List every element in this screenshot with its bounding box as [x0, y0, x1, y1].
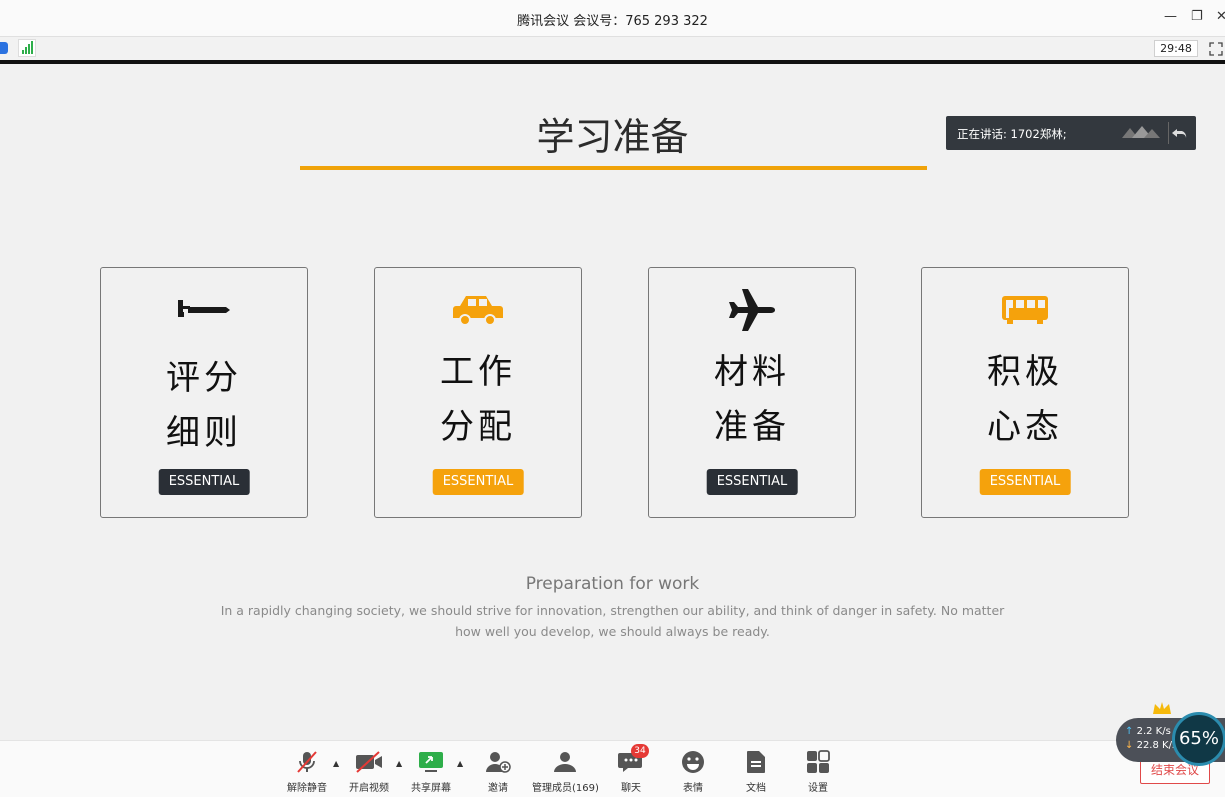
- microphone-muted-icon: [285, 749, 329, 775]
- window-title: 腾讯会议 会议号：765 293 322: [517, 14, 708, 29]
- meeting-toolbar: 解除静音 ▲ 开启视频 ▲ 共享屏幕 ▲ 邀请 管理成员(169) 聊天 表情 …: [0, 740, 1225, 797]
- add-user-icon: [480, 749, 516, 775]
- airplane-icon: [649, 288, 855, 332]
- video-options-caret-icon[interactable]: ▲: [396, 759, 402, 768]
- submarine-icon: [101, 288, 307, 332]
- vip-crown-icon: [1152, 700, 1172, 716]
- card-positive-attitude: 积极 心态 ESSENTIAL: [921, 267, 1129, 518]
- settings-label: 设置: [808, 783, 828, 794]
- title-underline: [300, 166, 927, 170]
- essential-badge: ESSENTIAL: [432, 469, 524, 495]
- car-icon: [375, 288, 581, 332]
- speaking-indicator: 正在讲话: 1702郑林;: [946, 116, 1196, 150]
- slide-paragraph: In a rapidly changing society, we should…: [220, 603, 1005, 639]
- fullscreen-icon[interactable]: [1209, 41, 1223, 56]
- card-line2: 准备: [714, 407, 790, 447]
- download-speed: ↓ 22.8 K/s: [1125, 740, 1178, 751]
- cpu-usage-indicator[interactable]: 65%: [1172, 712, 1225, 766]
- card-line1: 积极: [987, 352, 1063, 392]
- speaker-avatar-icon: [1122, 124, 1162, 142]
- essential-badge: ESSENTIAL: [979, 469, 1071, 495]
- signal-strength-icon[interactable]: [18, 39, 36, 57]
- share-screen-label: 共享屏幕: [411, 783, 451, 794]
- essential-badge: ESSENTIAL: [706, 469, 798, 495]
- manage-members-label: 管理成员(169): [532, 783, 599, 794]
- card-line1: 材料: [714, 352, 790, 392]
- card-line1: 工作: [440, 352, 516, 392]
- minimize-button[interactable]: —: [1164, 9, 1177, 24]
- restore-button[interactable]: ❐: [1191, 9, 1203, 24]
- start-video-button[interactable]: 开启视频: [347, 749, 391, 794]
- emoji-label: 表情: [683, 783, 703, 794]
- document-icon: [739, 749, 773, 775]
- bus-icon: [922, 288, 1128, 332]
- card-line1: 评分: [166, 358, 242, 398]
- upload-speed-value: 2.2 K/s: [1136, 726, 1171, 737]
- chat-unread-badge: 34: [631, 744, 649, 758]
- emoji-button[interactable]: 表情: [676, 749, 710, 794]
- unmute-button[interactable]: 解除静音: [285, 749, 329, 794]
- start-video-label: 开启视频: [349, 783, 389, 794]
- camera-off-icon: [347, 749, 391, 775]
- shield-icon[interactable]: [0, 42, 8, 54]
- settings-button[interactable]: 设置: [801, 749, 835, 794]
- meeting-timer: 29:48: [1154, 40, 1198, 57]
- window-titlebar: 腾讯会议 会议号：765 293 322 — ❐ ✕: [0, 0, 1225, 36]
- upload-speed: ↑ 2.2 K/s: [1125, 726, 1171, 737]
- manage-members-button[interactable]: 管理成员(169): [532, 749, 599, 794]
- chat-label: 聊天: [621, 783, 641, 794]
- collapse-overlay-icon[interactable]: [1168, 122, 1190, 144]
- share-options-caret-icon[interactable]: ▲: [457, 759, 463, 768]
- card-line2: 细则: [166, 413, 242, 453]
- status-bar: 29:48: [0, 36, 1225, 60]
- card-scoring: 评分 细则 ESSENTIAL: [100, 267, 308, 518]
- invite-label: 邀请: [488, 783, 508, 794]
- slide-subtitle: Preparation for work: [525, 574, 700, 594]
- unmute-label: 解除静音: [287, 783, 327, 794]
- audio-options-caret-icon[interactable]: ▲: [333, 759, 339, 768]
- share-screen-icon: [409, 749, 453, 775]
- essential-badge: ESSENTIAL: [158, 469, 250, 495]
- card-work-assignment: 工作 分配 ESSENTIAL: [374, 267, 582, 518]
- close-button[interactable]: ✕: [1216, 9, 1225, 24]
- members-icon: [532, 749, 598, 775]
- download-speed-value: 22.8 K/s: [1136, 740, 1178, 751]
- invite-button[interactable]: 邀请: [480, 749, 516, 794]
- emoji-icon: [676, 749, 710, 775]
- card-materials: 材料 准备 ESSENTIAL: [648, 267, 856, 518]
- card-line2: 分配: [440, 407, 516, 447]
- settings-grid-icon: [801, 749, 835, 775]
- share-screen-button[interactable]: 共享屏幕: [409, 749, 453, 794]
- card-line2: 心态: [987, 407, 1063, 447]
- shared-slide: 学习准备 评分 细则 ESSENTIAL 工作 分配 ESSENTIAL 材料 …: [0, 64, 1225, 740]
- docs-label: 文档: [746, 783, 766, 794]
- speaker-label: 正在讲话: 1702郑林;: [957, 127, 1067, 141]
- docs-button[interactable]: 文档: [739, 749, 773, 794]
